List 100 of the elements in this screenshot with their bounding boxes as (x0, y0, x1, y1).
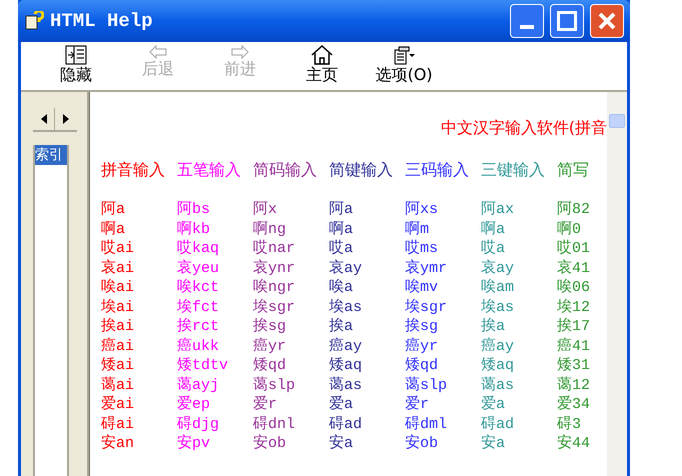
table-cell: 唉a (329, 278, 354, 298)
table-cell: 安ob (405, 434, 438, 454)
table-cell: 哀ymr (405, 258, 448, 278)
table-cell: 啊0 (557, 220, 582, 239)
table-cell: 哀ynr (253, 258, 296, 278)
table-cell: 埃sgr (253, 298, 296, 317)
table-cell: 蔼slp (253, 376, 296, 395)
table-cell: 安pv (177, 434, 210, 454)
toolbar-button[interactable]: 主页 (287, 45, 357, 85)
table-cell: 爱34 (557, 395, 590, 414)
table-cell: 埃as (329, 298, 362, 317)
column-heading: 三码输入 (405, 160, 469, 180)
table-cell: 碍djg (177, 414, 220, 434)
help-document-icon (24, 11, 44, 31)
table-cell: 矮qd (405, 356, 438, 376)
table-cell: 碍3 (557, 414, 582, 434)
table-cell: 挨rct (177, 317, 220, 336)
table-cell: 碍dnl (253, 414, 296, 434)
column-heading: 简键输入 (329, 160, 393, 180)
table-cell: 蔼slp (405, 376, 448, 395)
window-title: HTML Help (50, 8, 154, 34)
left-arrow-icon (149, 45, 167, 59)
close-icon (597, 11, 617, 31)
table-cell: 蔼12 (557, 376, 590, 395)
toolbar-button[interactable]: 隐藏 (41, 45, 111, 85)
table-cell: 哎kaq (177, 239, 220, 258)
table-cell: 哎a (481, 239, 506, 258)
table-cell: 碍ad (329, 414, 362, 434)
table-cell: 啊a (101, 220, 126, 239)
table-cell: 埃as (481, 298, 514, 317)
table-cell: 蔼as (481, 376, 514, 395)
table-cell: 阿bs (177, 200, 210, 220)
table-cell: 哀41 (557, 258, 590, 278)
table-cell: 哀ay (481, 258, 514, 278)
table-cell: 挨sg (253, 317, 286, 336)
table-cell: 蔼as (329, 376, 362, 395)
table-cell: 埃sgr (405, 298, 448, 317)
table-cell: 唉ngr (253, 278, 296, 298)
table-cell: 癌41 (557, 336, 590, 356)
table-cell: 啊kb (177, 220, 210, 239)
column-heading: 简写 (557, 160, 589, 180)
maximize-icon (557, 11, 577, 31)
table-cell: 爱ep (177, 395, 210, 414)
table-cell: 哀yeu (177, 258, 220, 278)
house-icon (311, 45, 333, 65)
right-triangle-icon (63, 114, 69, 124)
table-cell: 阿x (253, 200, 278, 220)
table-cell: 挨ai (101, 317, 134, 336)
table-cell: 安a (329, 434, 354, 454)
table-cell: 爱r (253, 395, 278, 414)
close-button[interactable] (590, 4, 624, 38)
table-cell: 哎01 (557, 239, 590, 258)
hide-pane-icon (65, 45, 87, 65)
table-cell: 碍ad (481, 414, 514, 434)
table-cell: 哀ai (101, 258, 134, 278)
table-cell: 蔼ayj (177, 376, 220, 395)
table-cell: 啊a (481, 220, 506, 239)
table-cell: 挨sg (405, 317, 438, 336)
table-cell: 啊m (405, 220, 430, 239)
scrollbar-thumb[interactable] (609, 114, 625, 128)
table-cell: 矮aq (329, 356, 362, 376)
table-cell: 矮tdtv (177, 356, 228, 376)
table-cell: 唉mv (405, 278, 438, 298)
table-cell: 癌ai (101, 336, 134, 356)
minimize-icon (520, 25, 534, 29)
table-cell: 哎ai (101, 239, 134, 258)
toolbar-button[interactable]: 选项(O) (369, 45, 439, 85)
table-cell: 唉kct (177, 278, 220, 298)
table-cell: 挨a (481, 317, 506, 336)
table-cell: 癌ay (481, 336, 514, 356)
table-cell: 矮31 (557, 356, 590, 376)
table-cell: 埃12 (557, 298, 590, 317)
maximize-button[interactable] (550, 4, 584, 38)
table-cell: 矮ai (101, 356, 134, 376)
table-cell: 啊ng (253, 220, 286, 239)
table-cell: 挨a (329, 317, 354, 336)
table-cell: 唉am (481, 278, 514, 298)
table-cell: 蔼ai (101, 376, 134, 395)
minimize-button[interactable] (510, 4, 544, 38)
table-cell: 爱a (329, 395, 354, 414)
table-cell: 安44 (557, 434, 590, 454)
column-heading: 拼音输入 (101, 160, 165, 180)
index-tab[interactable]: 索引 (35, 145, 67, 165)
page-heading: 中文汉字输入软件(拼音 (440, 118, 607, 138)
column-heading: 五笔输入 (177, 160, 241, 180)
table-cell: 爱r (405, 395, 430, 414)
table-cell: 唉ai (101, 278, 134, 298)
table-cell: 哎ms (405, 239, 438, 258)
table-cell: 埃ai (101, 298, 134, 317)
table-cell: 唉06 (557, 278, 590, 298)
right-arrow-icon (231, 45, 249, 59)
table-cell: 啊a (329, 220, 354, 239)
column-heading: 三键输入 (481, 160, 545, 180)
table-cell: 埃fct (177, 298, 220, 317)
table-cell: 爱a (481, 395, 506, 414)
table-cell: 癌ay (329, 336, 362, 356)
table-cell: 安an (101, 434, 134, 454)
table-cell: 安a (481, 434, 506, 454)
table-cell: 碍dml (405, 414, 448, 434)
left-triangle-icon (40, 114, 46, 124)
